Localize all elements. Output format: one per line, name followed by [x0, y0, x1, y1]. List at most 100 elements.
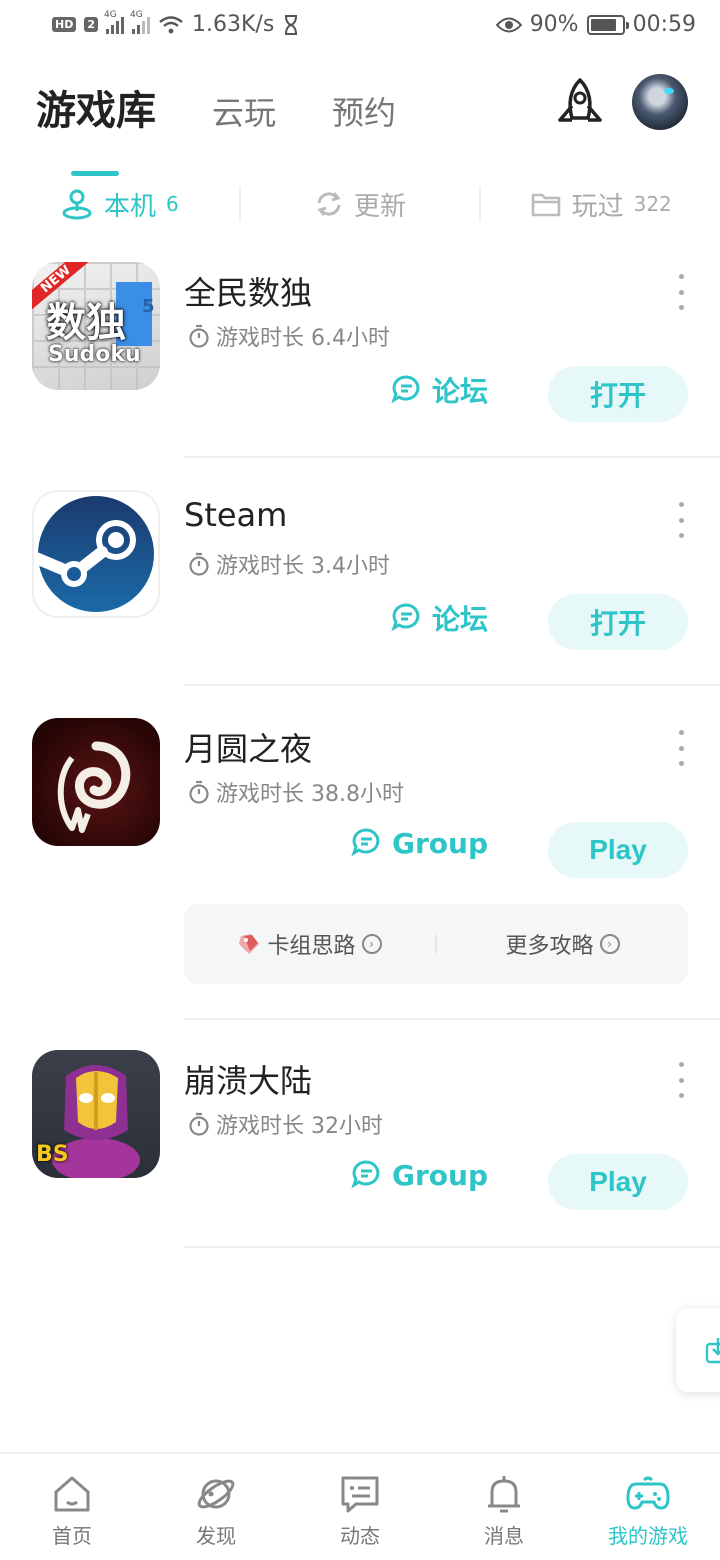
sudoku-app-icon[interactable]: NEW 数独 Sudoku 5 — [32, 262, 160, 390]
wifi-icon — [159, 15, 183, 33]
game-playtime: 游戏时长 3.4小时 — [188, 548, 390, 580]
top-tabs: 游戏库 云玩 预约 — [36, 78, 396, 176]
play-button[interactable]: Play — [548, 1154, 688, 1210]
subtab-local-count: 6 — [165, 192, 179, 216]
bookmark-tag-icon — [239, 934, 260, 954]
game-title[interactable]: 崩溃大陆 — [184, 1056, 312, 1102]
list-divider — [184, 456, 720, 458]
subtab-update-label: 更新 — [354, 191, 407, 222]
subtab-played-label: 玩过 — [571, 191, 624, 222]
full-moon-night-app-icon[interactable] — [32, 718, 160, 846]
group-button[interactable]: Group — [350, 826, 488, 860]
forum-button[interactable]: 论坛 — [390, 370, 488, 410]
nav-home[interactable]: 首页 — [0, 1454, 144, 1560]
tab-cloud-play[interactable]: 云玩 — [212, 88, 276, 134]
battery-percent: 90% — [529, 12, 579, 37]
nav-messages[interactable]: 消息 — [432, 1454, 576, 1560]
nav-home-label: 首页 — [52, 1524, 92, 1548]
folder-icon — [531, 193, 560, 217]
status-bar: HD 2 4G 4G 1.63K/s 90% 00:59 — [0, 0, 720, 52]
bottom-nav: 首页 发现 动态 消息 我的游戏 — [0, 1452, 720, 1560]
group-label: Group — [391, 1158, 488, 1192]
sub-tabs: 本机 6 更新 玩过 322 — [0, 182, 720, 226]
game-title[interactable]: Steam — [184, 496, 287, 534]
nav-messages-label: 消息 — [484, 1524, 524, 1548]
chat-icon — [341, 1476, 379, 1513]
planet-icon — [197, 1479, 235, 1509]
more-options-icon[interactable] — [672, 502, 690, 538]
more-guides-label: 更多攻略 — [505, 934, 594, 959]
location-user-icon — [62, 189, 92, 220]
timer-icon — [189, 324, 209, 348]
forum-chat-icon — [391, 375, 420, 404]
hd-badge: HD — [52, 17, 77, 32]
list-divider — [184, 1246, 720, 1248]
play-button[interactable]: Play — [548, 822, 688, 878]
floating-download-button[interactable] — [676, 1308, 720, 1392]
strategy-guide-bar: 卡组思路 › 更多攻略 › — [184, 904, 688, 984]
chevron-right-circle-icon: › — [361, 934, 382, 954]
battery-icon — [586, 14, 629, 35]
game-title[interactable]: 全民数独 — [184, 268, 312, 314]
clock: 00:59 — [632, 12, 696, 37]
nav-feed-label: 动态 — [340, 1524, 380, 1548]
rocket-icon[interactable] — [552, 76, 608, 132]
crashlands-app-icon[interactable]: BS — [32, 1050, 160, 1178]
user-avatar[interactable] — [632, 74, 688, 130]
open-button[interactable]: 打开 — [548, 594, 688, 650]
eye-icon — [495, 17, 522, 32]
nav-my-games-label: 我的游戏 — [608, 1524, 688, 1548]
sim-badge: 2 — [84, 17, 98, 32]
crashlands-bs-logo: BS — [36, 1142, 69, 1167]
forum-chat-icon — [391, 603, 420, 632]
game-playtime: 游戏时长 38.8小时 — [188, 776, 404, 808]
nav-my-games[interactable]: 我的游戏 — [576, 1454, 720, 1560]
net-speed: 1.63K/s — [192, 12, 275, 37]
subtab-local[interactable]: 本机 6 — [0, 186, 239, 223]
signal-icon-2: 4G — [130, 10, 150, 34]
sudoku-icon-text: 数独 — [46, 300, 126, 346]
more-options-icon[interactable] — [672, 274, 690, 310]
more-options-icon[interactable] — [672, 730, 690, 766]
list-divider — [184, 684, 720, 686]
nav-discover-label: 发现 — [196, 1524, 236, 1548]
game-playtime: 游戏时长 32小时 — [188, 1108, 383, 1140]
subtab-local-label: 本机 — [103, 191, 156, 222]
more-options-icon[interactable] — [672, 1062, 690, 1098]
sudoku-icon-num: 5 — [142, 296, 155, 317]
playtime-text: 游戏时长 32小时 — [216, 1114, 383, 1139]
tab-game-library[interactable]: 游戏库 — [36, 78, 156, 176]
bell-icon — [488, 1476, 520, 1513]
open-button[interactable]: 打开 — [548, 366, 688, 422]
deck-guide-link[interactable]: 卡组思路 › — [184, 928, 435, 960]
timer-icon — [189, 1112, 209, 1136]
nav-feed[interactable]: 动态 — [288, 1454, 432, 1560]
steam-app-icon[interactable] — [32, 490, 160, 618]
group-label: Group — [391, 826, 488, 860]
group-button[interactable]: Group — [350, 1158, 488, 1192]
forum-button[interactable]: 论坛 — [390, 598, 488, 638]
sudoku-icon-sub: Sudoku — [48, 342, 141, 367]
tab-reservation[interactable]: 预约 — [332, 88, 396, 134]
forum-label: 论坛 — [431, 603, 488, 636]
game-playtime: 游戏时长 6.4小时 — [188, 320, 390, 352]
subtab-played[interactable]: 玩过 322 — [481, 186, 720, 223]
timer-icon — [189, 552, 209, 576]
timer-icon — [189, 780, 209, 804]
gamepad-icon — [626, 1476, 670, 1510]
subtab-played-count: 322 — [633, 192, 672, 216]
subtab-update[interactable]: 更新 — [241, 186, 480, 223]
group-chat-icon — [351, 828, 380, 857]
home-icon — [54, 1476, 90, 1512]
hourglass-icon — [285, 14, 298, 35]
swirl-graphic — [57, 741, 131, 833]
list-divider — [184, 1018, 720, 1020]
download-icon — [705, 1338, 720, 1364]
more-guides-link[interactable]: 更多攻略 › — [437, 928, 688, 960]
refresh-icon — [317, 192, 341, 216]
playtime-text: 游戏时长 38.8小时 — [216, 782, 404, 807]
forum-label: 论坛 — [431, 375, 488, 408]
deck-guide-label: 卡组思路 — [267, 934, 356, 959]
game-title[interactable]: 月圆之夜 — [184, 724, 312, 770]
nav-discover[interactable]: 发现 — [144, 1454, 288, 1560]
